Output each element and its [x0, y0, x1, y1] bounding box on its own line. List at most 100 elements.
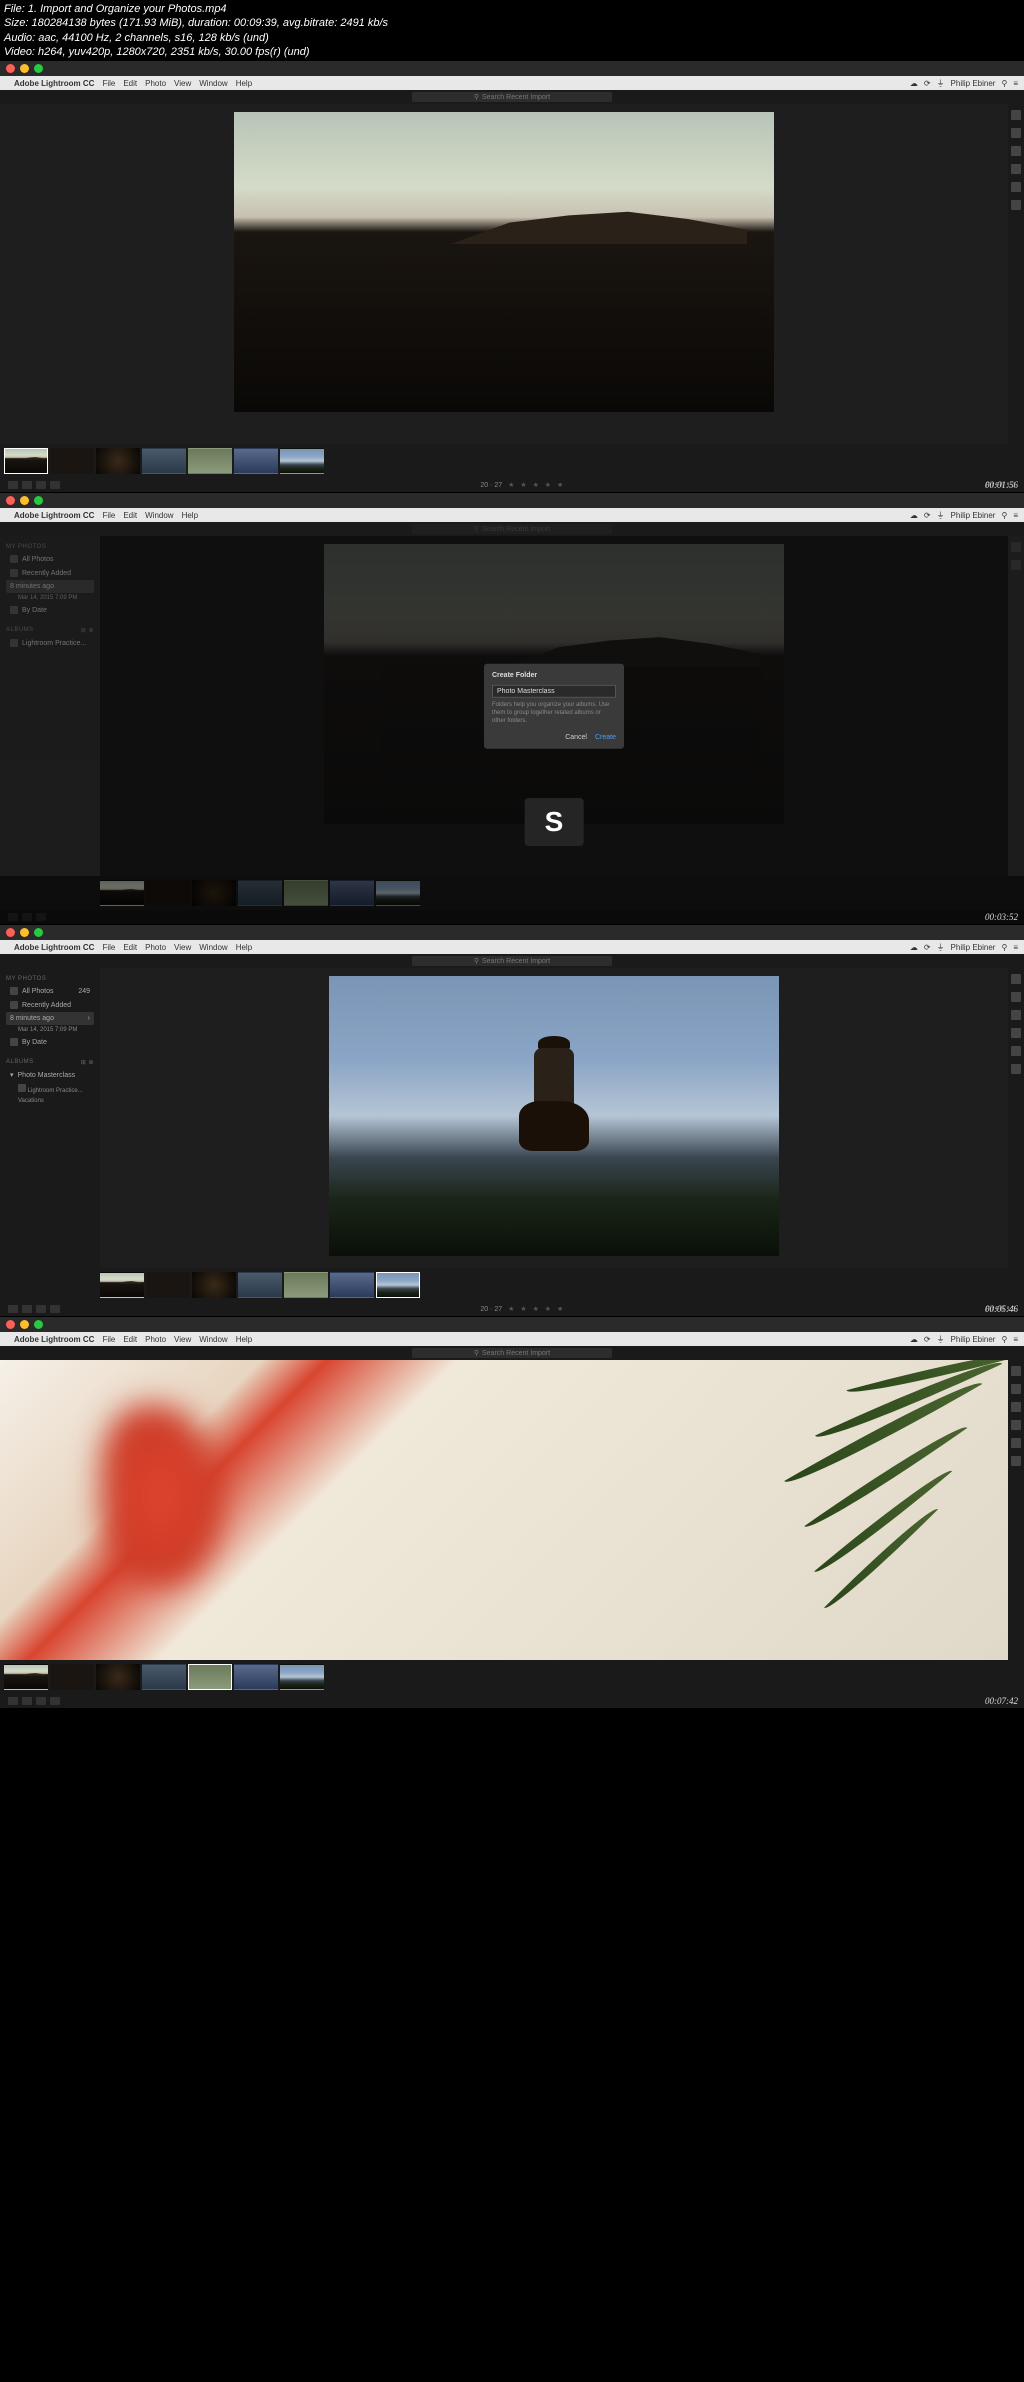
- brush-tool-icon[interactable]: [1011, 1028, 1021, 1038]
- compare-view-button[interactable]: [22, 481, 32, 489]
- detail-view-button[interactable]: [36, 1305, 46, 1313]
- search-input[interactable]: ⚲ Search Recent Import: [412, 1348, 612, 1358]
- maximize-window-button[interactable]: [34, 928, 43, 937]
- sync-icon[interactable]: ⟳: [924, 79, 931, 88]
- search-icon[interactable]: ⚲: [1001, 511, 1007, 520]
- thumb-7[interactable]: [376, 1272, 420, 1298]
- photo-canvas[interactable]: [0, 1360, 1008, 1660]
- search-input[interactable]: ⚲ Search Recent Import: [412, 92, 612, 102]
- close-window-button[interactable]: [6, 928, 15, 937]
- sync-icon[interactable]: ⟳: [924, 511, 931, 520]
- crop-tool-icon[interactable]: [1011, 1384, 1021, 1394]
- thumb-3[interactable]: [192, 1272, 236, 1298]
- close-window-button[interactable]: [6, 496, 15, 505]
- slider-button[interactable]: [50, 1305, 60, 1313]
- edit-tool-icon[interactable]: [1011, 974, 1021, 984]
- radial-tool-icon[interactable]: [1011, 200, 1021, 210]
- menu-photo[interactable]: Photo: [145, 79, 166, 88]
- sidebar-album-masterclass[interactable]: ▾ Photo Masterclass: [6, 1068, 94, 1082]
- rating-stars[interactable]: ★ ★ ★ ★ ★: [508, 481, 565, 489]
- sidebar-album-lightroom[interactable]: Lightroom Practice...: [6, 636, 94, 650]
- thumb-4[interactable]: [142, 448, 186, 474]
- menu-edit[interactable]: Edit: [123, 79, 137, 88]
- edit-tool-icon[interactable]: [1011, 110, 1021, 120]
- menu-photo[interactable]: Photo: [145, 943, 166, 952]
- thumb-1[interactable]: [100, 880, 144, 906]
- minimize-window-button[interactable]: [20, 928, 29, 937]
- heal-tool-icon[interactable]: [1011, 1010, 1021, 1020]
- detail-view-button[interactable]: [36, 481, 46, 489]
- thumb-2[interactable]: [146, 1272, 190, 1298]
- thumb-5[interactable]: [188, 448, 232, 474]
- thumb-5[interactable]: [284, 1272, 328, 1298]
- maximize-window-button[interactable]: [34, 496, 43, 505]
- radial-tool-icon[interactable]: [1011, 1456, 1021, 1466]
- photo-canvas[interactable]: [100, 968, 1008, 1268]
- gradient-tool-icon[interactable]: [1011, 182, 1021, 192]
- user-name[interactable]: Philip Ebiner: [951, 79, 996, 88]
- wifi-icon[interactable]: ⏚: [937, 1334, 945, 1345]
- menu-help[interactable]: Help: [236, 1335, 252, 1344]
- photo-canvas[interactable]: [0, 104, 1008, 444]
- menu-window[interactable]: Window: [199, 79, 227, 88]
- menu-icon[interactable]: ≡: [1013, 79, 1018, 88]
- grid-view-button[interactable]: [8, 1305, 18, 1313]
- grid-view-button[interactable]: [8, 481, 18, 489]
- thumb-1[interactable]: [100, 1272, 144, 1298]
- wifi-icon[interactable]: ⏚: [937, 942, 945, 953]
- thumb-3[interactable]: [96, 1664, 140, 1690]
- app-name[interactable]: Adobe Lightroom CC: [14, 511, 94, 520]
- sidebar-time-filter[interactable]: 8 minutes ago ›: [6, 1012, 94, 1025]
- menu-edit[interactable]: Edit: [123, 511, 137, 520]
- thumb-5[interactable]: [188, 1664, 232, 1690]
- compare-view-button[interactable]: [22, 1305, 32, 1313]
- thumb-1[interactable]: [4, 1664, 48, 1690]
- sync-icon[interactable]: ⟳: [924, 943, 931, 952]
- thumb-4[interactable]: [238, 880, 282, 906]
- sidebar-time-filter[interactable]: 8 minutes ago: [6, 580, 94, 593]
- create-button[interactable]: Create: [595, 733, 616, 740]
- menu-help[interactable]: Help: [236, 79, 252, 88]
- sync-icon[interactable]: ⟳: [924, 1335, 931, 1344]
- maximize-window-button[interactable]: [34, 1320, 43, 1329]
- user-name[interactable]: Philip Ebiner: [951, 1335, 996, 1344]
- thumb-7[interactable]: [280, 1664, 324, 1690]
- user-name[interactable]: Philip Ebiner: [951, 511, 996, 520]
- minimize-window-button[interactable]: [20, 64, 29, 73]
- cloud-icon[interactable]: ☁: [910, 1335, 918, 1344]
- sidebar-date-entry[interactable]: Mar 14, 2015 7:09 PM: [6, 1025, 94, 1035]
- menu-file[interactable]: File: [102, 79, 115, 88]
- thumb-6[interactable]: [234, 448, 278, 474]
- thumb-3[interactable]: [192, 880, 236, 906]
- brush-tool-icon[interactable]: [1011, 164, 1021, 174]
- app-name[interactable]: Adobe Lightroom CC: [14, 79, 94, 88]
- folder-name-input[interactable]: [492, 685, 616, 698]
- menu-window[interactable]: Window: [199, 1335, 227, 1344]
- thumb-4[interactable]: [238, 1272, 282, 1298]
- menu-edit[interactable]: Edit: [123, 1335, 137, 1344]
- wifi-icon[interactable]: ⏚: [937, 78, 945, 89]
- menu-view[interactable]: View: [174, 79, 191, 88]
- edit-tool-icon[interactable]: [1011, 1366, 1021, 1376]
- search-icon[interactable]: ⚲: [1001, 943, 1007, 952]
- menu-icon[interactable]: ≡: [1013, 511, 1018, 520]
- sidebar-recently-added[interactable]: Recently Added: [6, 566, 94, 580]
- cloud-icon[interactable]: ☁: [910, 79, 918, 88]
- heal-tool-icon[interactable]: [1011, 146, 1021, 156]
- sidebar-all-photos[interactable]: All Photos: [6, 552, 94, 566]
- menu-photo[interactable]: Photo: [145, 1335, 166, 1344]
- thumb-4[interactable]: [142, 1664, 186, 1690]
- cloud-icon[interactable]: ☁: [910, 943, 918, 952]
- thumb-7[interactable]: [376, 880, 420, 906]
- menu-help[interactable]: Help: [236, 943, 252, 952]
- sidebar-by-date[interactable]: By Date: [6, 1035, 94, 1049]
- slider-button[interactable]: [50, 481, 60, 489]
- menu-file[interactable]: File: [102, 511, 115, 520]
- user-name[interactable]: Philip Ebiner: [951, 943, 996, 952]
- sidebar-date-entry[interactable]: Mar 14, 2015 7:09 PM: [6, 593, 94, 603]
- main-photo-hills[interactable]: [234, 112, 774, 412]
- menu-file[interactable]: File: [102, 1335, 115, 1344]
- sidebar-album-vacations[interactable]: Vacations: [6, 1096, 94, 1106]
- thumb-3[interactable]: [96, 448, 140, 474]
- gradient-tool-icon[interactable]: [1011, 1046, 1021, 1056]
